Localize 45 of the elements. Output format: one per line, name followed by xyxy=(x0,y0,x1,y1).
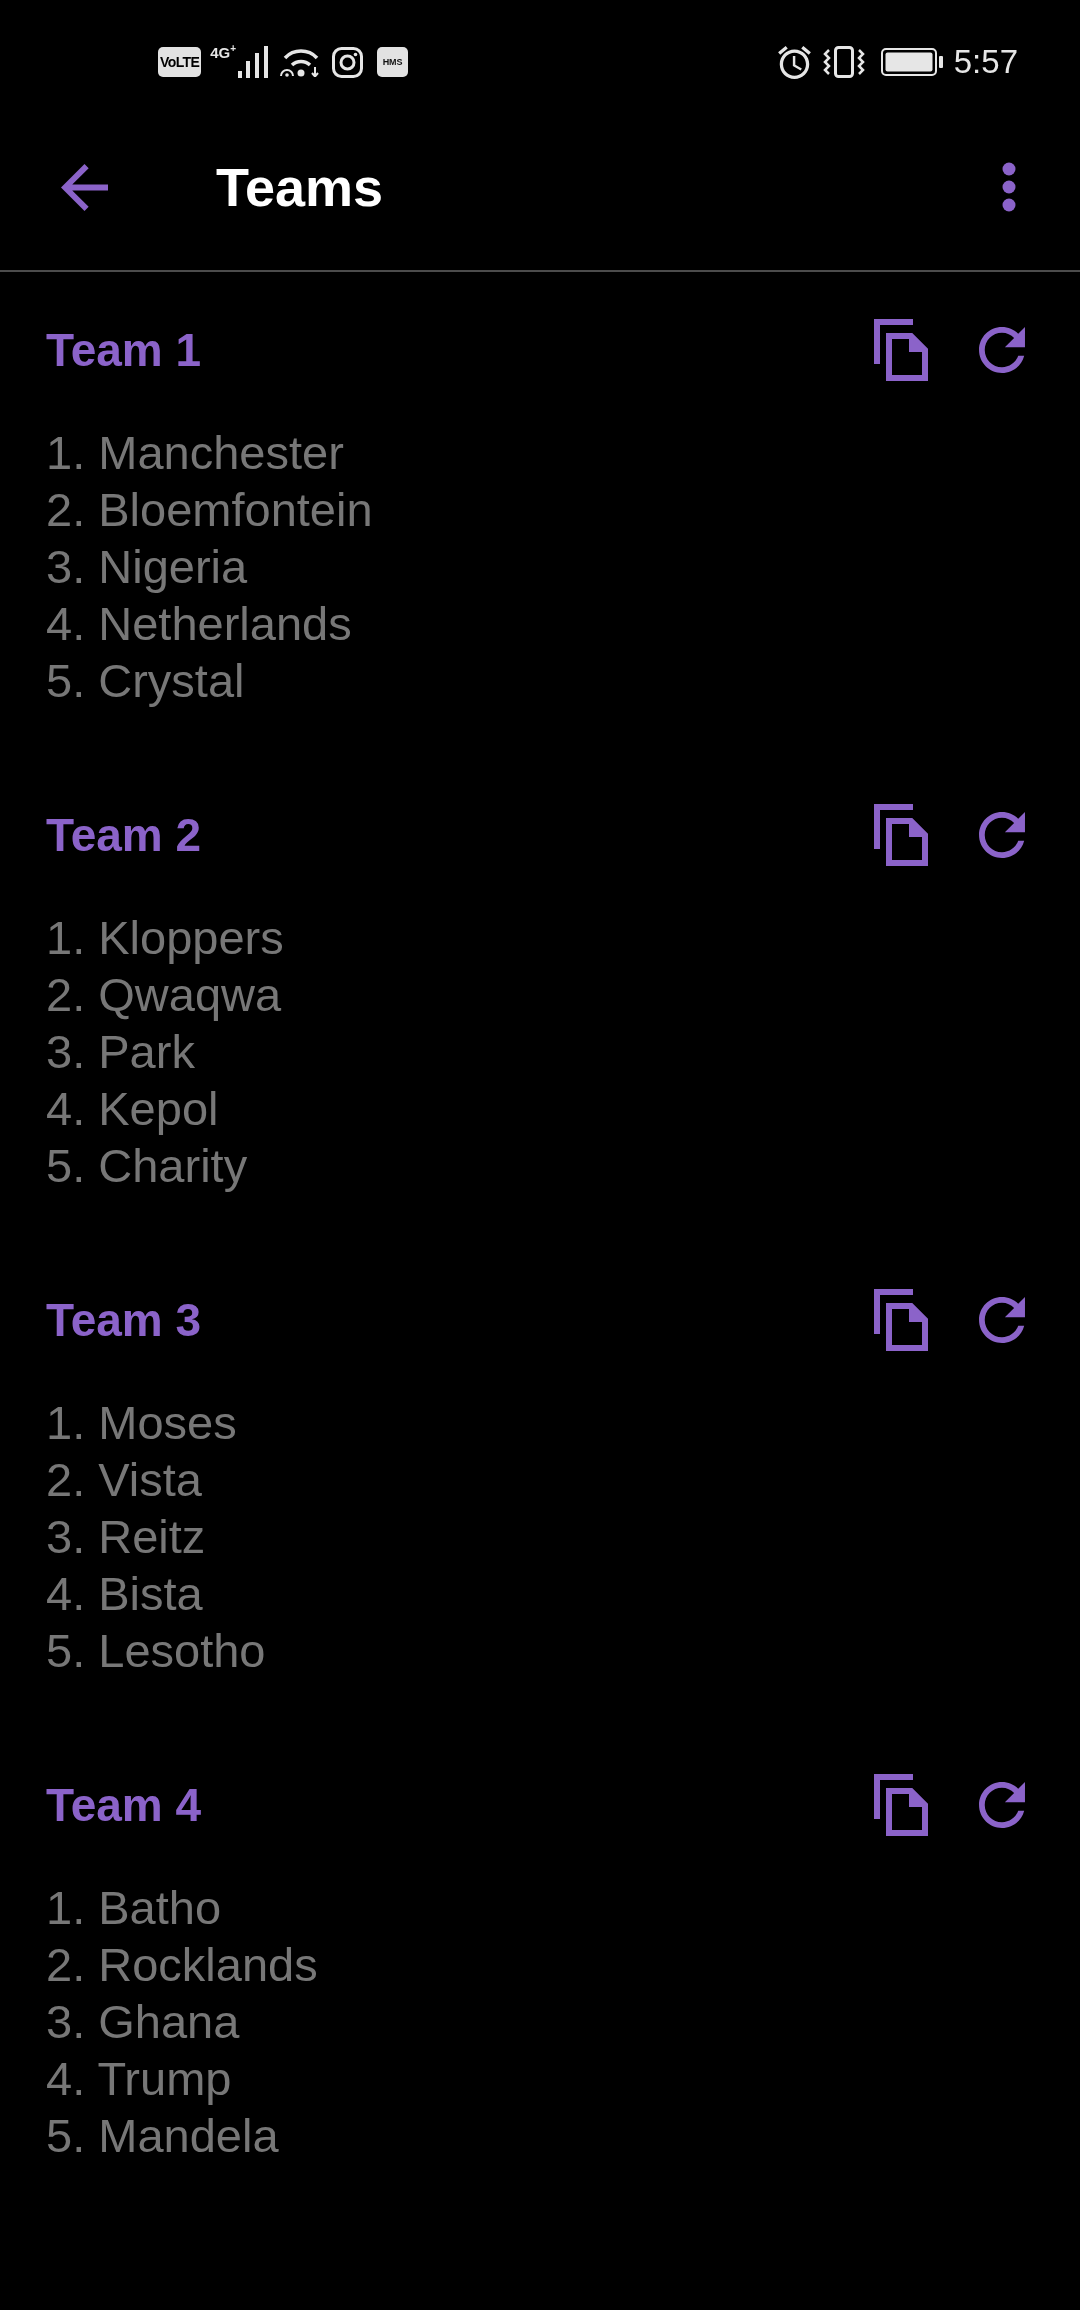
team-member: 3. Reitz xyxy=(46,1509,207,1565)
team-member: 2. Bloemfontein xyxy=(46,482,374,538)
volte-indicator: VoLTE xyxy=(158,47,202,77)
camera-icon xyxy=(332,46,364,78)
battery-icon xyxy=(880,48,943,76)
team-title: Team 4 xyxy=(46,1778,203,1832)
team-member: 3. Ghana xyxy=(46,1994,241,2050)
team-member: 5. Mandela xyxy=(46,2108,280,2164)
copy-icon[interactable] xyxy=(874,1774,928,1836)
copy-icon[interactable] xyxy=(874,804,928,866)
team-member: 2. Vista xyxy=(46,1452,203,1508)
team-member: 3. Nigeria xyxy=(46,539,249,595)
team-member: 1. Kloppers xyxy=(46,910,285,966)
hms-indicator: HMS xyxy=(377,47,409,77)
team-member: 4. Bista xyxy=(46,1566,204,1622)
clock-time: 5:57 xyxy=(953,43,1018,81)
signal-icon xyxy=(238,46,269,78)
refresh-icon[interactable] xyxy=(979,327,1025,373)
team-member: 2. Rocklands xyxy=(46,1937,319,1993)
team-member: 2. Qwaqwa xyxy=(46,967,283,1023)
team-member: 4. Netherlands xyxy=(46,596,353,652)
copy-icon[interactable] xyxy=(874,1289,928,1351)
team-member: 5. Charity xyxy=(46,1138,249,1194)
team-member: 4. Kepol xyxy=(46,1081,220,1137)
refresh-icon[interactable] xyxy=(979,1782,1025,1828)
team-member: 1. Batho xyxy=(46,1880,223,1936)
wifi-icon xyxy=(279,47,322,77)
team-member: 4. Trump xyxy=(46,2051,233,2107)
team-member: 1. Moses xyxy=(46,1395,238,1451)
team-member: 5. Lesotho xyxy=(46,1623,267,1679)
team-member: 5. Crystal xyxy=(46,653,246,709)
network-type-label: 4G$^{+}$ xyxy=(210,44,238,61)
back-icon[interactable] xyxy=(61,163,108,211)
vibrate-icon xyxy=(822,46,865,78)
team-title: Team 2 xyxy=(46,808,203,862)
alarm-icon xyxy=(777,45,811,79)
screen-title: Teams xyxy=(216,156,385,218)
refresh-icon[interactable] xyxy=(979,812,1025,858)
team-member: 3. Park xyxy=(46,1024,196,1080)
team-member: 1. Manchester xyxy=(46,425,345,481)
copy-icon[interactable] xyxy=(874,319,928,381)
team-title: Team 3 xyxy=(46,1293,203,1347)
more-options-icon[interactable] xyxy=(1002,162,1016,212)
team-title: Team 1 xyxy=(46,323,203,377)
refresh-icon[interactable] xyxy=(979,1297,1025,1343)
